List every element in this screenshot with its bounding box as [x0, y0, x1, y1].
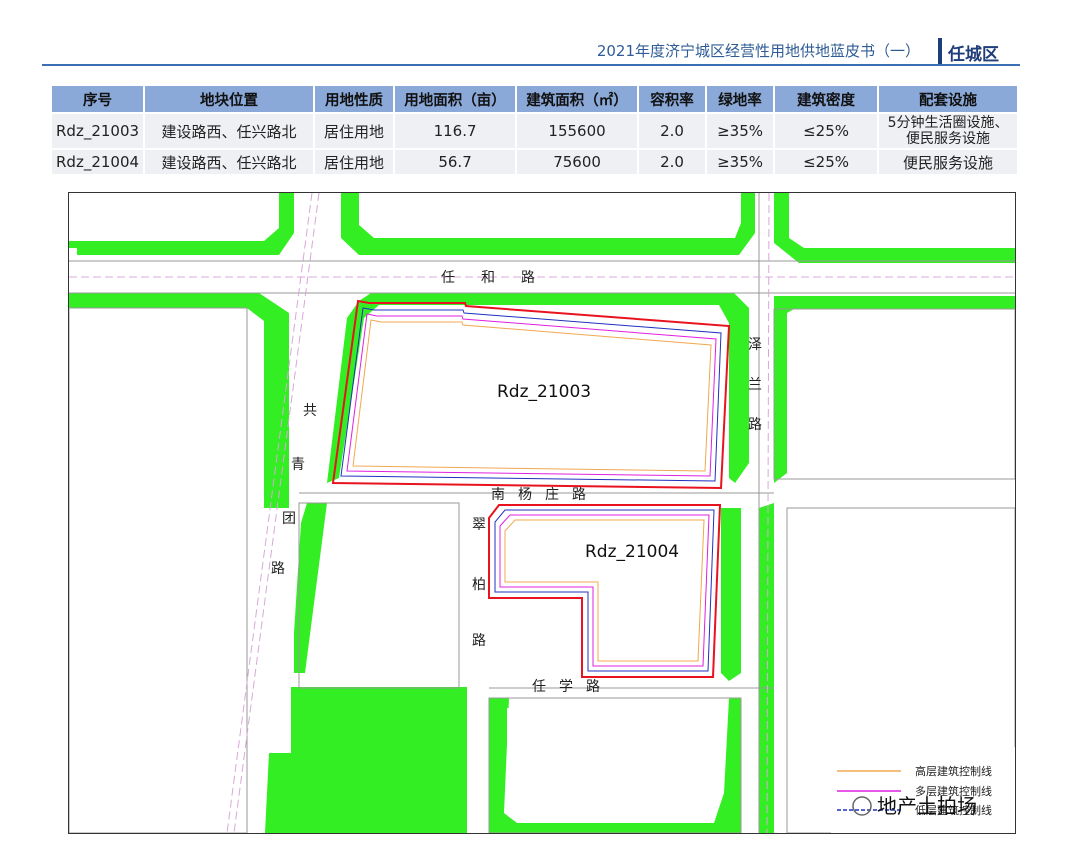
cell-green: ≥35% — [706, 148, 776, 174]
road-gongqing-char-3: 团 — [282, 511, 296, 527]
col-header-id: 序号 — [52, 86, 146, 113]
facility-line-1: 5分钟生活圈设施、 — [887, 115, 1009, 131]
site-plan-map: 任 和 路 南 杨 庄 路 任 学 路 泽 兰 路 共 青 团 路 翠 柏 路 … — [68, 192, 1016, 834]
cell-use: 居住用地 — [314, 112, 396, 149]
green-belt-ne — [774, 193, 1015, 263]
cell-location: 建设路西、任兴路北 — [144, 112, 316, 149]
legend: 高层建筑控制线 多层建筑控制线 低层建筑控制线 — [831, 747, 1015, 833]
cell-id: Rdz_21004 — [52, 148, 146, 174]
road-zelan-char-2: 兰 — [748, 377, 762, 393]
green-belt-nw — [69, 193, 294, 255]
road-gongqing-char-4: 路 — [271, 561, 285, 577]
cell-facility: 5分钟生活圈设施、 便民服务设施 — [878, 112, 1020, 149]
green-belts — [69, 193, 1015, 833]
road-gongqing-char-1: 共 — [303, 403, 317, 419]
parcel-boundary-21004 — [488, 504, 722, 678]
road-zelan-char-1: 泽 — [748, 337, 762, 353]
header-divider — [938, 38, 942, 64]
watermark-text: 地产土拍场 — [877, 794, 977, 818]
road-renxue-char-1: 任 — [532, 679, 546, 695]
green-belt-n — [341, 193, 755, 255]
parcel-rdz21004-lines — [488, 504, 722, 678]
road-gongqing-char-2: 青 — [291, 457, 305, 473]
green-belt-w — [69, 293, 289, 508]
road-renxue-char-2: 学 — [559, 679, 573, 695]
road-nanyang-char-2: 杨 — [518, 487, 532, 503]
cell-floor-area: 155600 — [516, 112, 640, 149]
road-nanyang-char-1: 南 — [491, 487, 505, 503]
site-plan-svg: 任 和 路 南 杨 庄 路 任 学 路 泽 兰 路 共 青 团 路 翠 柏 路 … — [69, 193, 1015, 833]
road-renxue-char-3: 路 — [586, 679, 600, 695]
parcel-label-21004: Rdz_21004 — [585, 542, 679, 562]
road-cuibai-char-3: 路 — [472, 633, 486, 649]
cell-far: 2.0 — [638, 148, 708, 174]
cell-location: 建设路西、任兴路北 — [144, 148, 316, 174]
cell-green: ≥35% — [706, 112, 776, 149]
table-row: Rdz_21003 建设路西、任兴路北 居住用地 116.7 155600 2.… — [52, 112, 1020, 149]
land-spec-table: 序号 地块位置 用地性质 用地面积（亩） 建筑面积（㎡） 容积率 绿地率 建筑密… — [52, 86, 1020, 174]
legend-label-high: 高层建筑控制线 — [915, 764, 992, 778]
col-header-area: 用地面积（亩） — [394, 86, 518, 113]
facility-line-2: 便民服务设施 — [906, 131, 991, 147]
col-header-density: 建筑密度 — [774, 86, 880, 113]
col-header-green: 绿地率 — [706, 86, 776, 113]
block-e — [773, 308, 1015, 480]
cell-density: ≤25% — [774, 148, 880, 174]
green-belt-parcel-b — [721, 508, 741, 681]
road-zelan-char-3: 路 — [748, 417, 762, 433]
cell-area: 56.7 — [394, 148, 518, 174]
road-nanyang-char-3: 庄 — [545, 486, 559, 503]
cell-floor-area: 75600 — [516, 148, 640, 174]
cell-id: Rdz_21003 — [52, 112, 146, 149]
road-renhe-char-2: 和 — [481, 270, 495, 286]
district-name: 任城区 — [948, 45, 999, 65]
col-header-location: 地块位置 — [144, 86, 316, 113]
multi-control-line-21004 — [499, 514, 710, 667]
road-cuibai-char-1: 翠 — [472, 517, 486, 533]
col-header-use: 用地性质 — [314, 86, 396, 113]
road-cuibai-char-2: 柏 — [472, 577, 486, 593]
col-header-floor-area: 建筑面积（㎡） — [516, 86, 640, 113]
road-nanyang-char-4: 路 — [572, 487, 586, 503]
cell-area: 116.7 — [394, 112, 518, 149]
green-belt-east — [774, 296, 1015, 483]
cell-facility: 便民服务设施 — [878, 148, 1020, 174]
road-renhe-char-1: 任 — [441, 270, 455, 286]
block-w — [69, 307, 248, 833]
table-row: Rdz_21004 建设路西、任兴路北 居住用地 56.7 75600 2.0 … — [52, 148, 1020, 174]
col-header-facility: 配套设施 — [878, 86, 1020, 113]
cell-far: 2.0 — [638, 112, 708, 149]
document-title: 2021年度济宁城区经营性用地供地蓝皮书（一） — [596, 42, 920, 60]
cell-use: 居住用地 — [314, 148, 396, 174]
green-belt-se — [759, 503, 774, 833]
cell-density: ≤25% — [774, 112, 880, 149]
table-header-row: 序号 地块位置 用地性质 用地面积（亩） 建筑面积（㎡） 容积率 绿地率 建筑密… — [52, 86, 1020, 113]
road-renhe-char-3: 路 — [521, 270, 535, 286]
parcel-label-21003: Rdz_21003 — [497, 382, 591, 402]
low-control-line-21004 — [494, 509, 715, 672]
col-header-far: 容积率 — [638, 86, 708, 113]
green-belt-sw-edge — [265, 753, 291, 833]
block-s-inner — [507, 708, 717, 813]
header-rule — [42, 64, 1020, 66]
green-block-sw — [291, 687, 467, 833]
